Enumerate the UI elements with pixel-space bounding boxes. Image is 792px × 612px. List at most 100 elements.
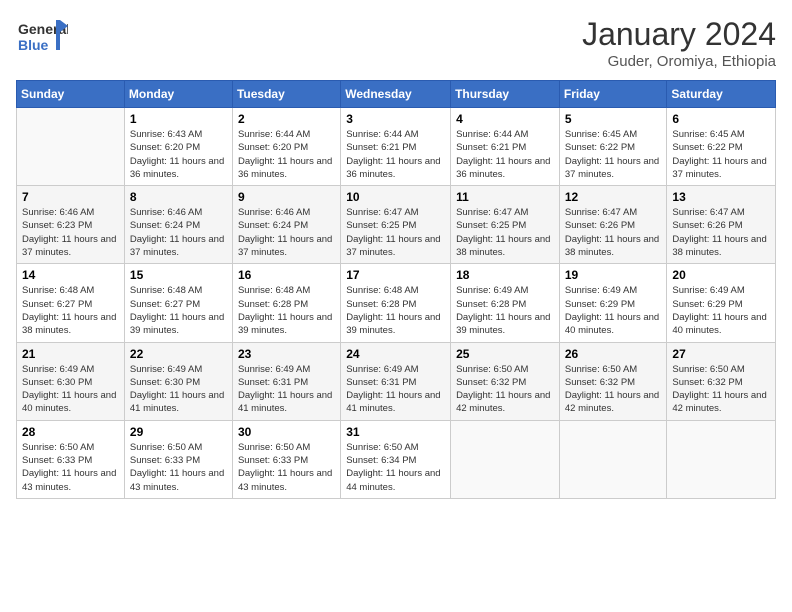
col-tuesday: Tuesday <box>232 81 340 108</box>
day-number: 25 <box>456 347 554 361</box>
day-number: 23 <box>238 347 335 361</box>
day-info: Sunrise: 6:50 AM Sunset: 6:33 PM Dayligh… <box>238 441 335 494</box>
day-info: Sunrise: 6:49 AM Sunset: 6:31 PM Dayligh… <box>346 363 445 416</box>
page-subtitle: Guder, Oromiya, Ethiopia <box>582 53 776 70</box>
day-number: 13 <box>672 190 770 204</box>
day-info: Sunrise: 6:47 AM Sunset: 6:25 PM Dayligh… <box>456 206 554 259</box>
day-info: Sunrise: 6:47 AM Sunset: 6:25 PM Dayligh… <box>346 206 445 259</box>
day-number: 16 <box>238 268 335 282</box>
day-number: 4 <box>456 112 554 126</box>
day-number: 29 <box>130 425 227 439</box>
header: General Blue January 2024 Guder, Oromiya… <box>16 16 776 70</box>
col-monday: Monday <box>124 81 232 108</box>
col-thursday: Thursday <box>451 81 560 108</box>
day-number: 28 <box>22 425 119 439</box>
table-row <box>559 420 667 498</box>
day-number: 7 <box>22 190 119 204</box>
table-row: 16 Sunrise: 6:48 AM Sunset: 6:28 PM Dayli… <box>232 264 340 342</box>
calendar-week-row: 21 Sunrise: 6:49 AM Sunset: 6:30 PM Dayli… <box>17 342 776 420</box>
day-number: 11 <box>456 190 554 204</box>
day-number: 22 <box>130 347 227 361</box>
day-number: 1 <box>130 112 227 126</box>
table-row: 5 Sunrise: 6:45 AM Sunset: 6:22 PM Daylig… <box>559 108 667 186</box>
table-row: 27 Sunrise: 6:50 AM Sunset: 6:32 PM Dayli… <box>667 342 776 420</box>
calendar-header-row: Sunday Monday Tuesday Wednesday Thursday… <box>17 81 776 108</box>
table-row: 7Sunrise: 6:46 AM Sunset: 6:23 PM Daylig… <box>17 186 125 264</box>
day-number: 27 <box>672 347 770 361</box>
table-row: 8 Sunrise: 6:46 AM Sunset: 6:24 PM Daylig… <box>124 186 232 264</box>
day-number: 26 <box>565 347 662 361</box>
day-number: 5 <box>565 112 662 126</box>
day-number: 20 <box>672 268 770 282</box>
day-number: 24 <box>346 347 445 361</box>
day-info: Sunrise: 6:44 AM Sunset: 6:21 PM Dayligh… <box>346 128 445 181</box>
col-friday: Friday <box>559 81 667 108</box>
day-number: 15 <box>130 268 227 282</box>
table-row: 23 Sunrise: 6:49 AM Sunset: 6:31 PM Dayli… <box>232 342 340 420</box>
calendar-week-row: 7Sunrise: 6:46 AM Sunset: 6:23 PM Daylig… <box>17 186 776 264</box>
day-info: Sunrise: 6:49 AM Sunset: 6:28 PM Dayligh… <box>456 284 554 337</box>
col-wednesday: Wednesday <box>341 81 451 108</box>
day-number: 30 <box>238 425 335 439</box>
table-row: 14 Sunrise: 6:48 AM Sunset: 6:27 PM Dayli… <box>17 264 125 342</box>
day-number: 9 <box>238 190 335 204</box>
calendar-table: Sunday Monday Tuesday Wednesday Thursday… <box>16 80 776 499</box>
table-row: 10 Sunrise: 6:47 AM Sunset: 6:25 PM Dayli… <box>341 186 451 264</box>
table-row: 28 Sunrise: 6:50 AM Sunset: 6:33 PM Dayli… <box>17 420 125 498</box>
day-info: Sunrise: 6:50 AM Sunset: 6:33 PM Dayligh… <box>130 441 227 494</box>
page-title: January 2024 <box>582 16 776 53</box>
day-info: Sunrise: 6:46 AM Sunset: 6:24 PM Dayligh… <box>130 206 227 259</box>
day-info: Sunrise: 6:50 AM Sunset: 6:32 PM Dayligh… <box>456 363 554 416</box>
day-info: Sunrise: 6:45 AM Sunset: 6:22 PM Dayligh… <box>565 128 662 181</box>
day-info: Sunrise: 6:50 AM Sunset: 6:33 PM Dayligh… <box>22 441 119 494</box>
table-row: 9 Sunrise: 6:46 AM Sunset: 6:24 PM Daylig… <box>232 186 340 264</box>
day-number: 31 <box>346 425 445 439</box>
table-row: 6Sunrise: 6:45 AM Sunset: 6:22 PM Daylig… <box>667 108 776 186</box>
calendar-week-row: 14 Sunrise: 6:48 AM Sunset: 6:27 PM Dayli… <box>17 264 776 342</box>
logo-icon: General Blue <box>16 16 68 60</box>
day-number: 3 <box>346 112 445 126</box>
svg-text:Blue: Blue <box>18 37 49 53</box>
day-info: Sunrise: 6:43 AM Sunset: 6:20 PM Dayligh… <box>130 128 227 181</box>
table-row: 24 Sunrise: 6:49 AM Sunset: 6:31 PM Dayli… <box>341 342 451 420</box>
table-row: 19Sunrise: 6:49 AM Sunset: 6:29 PM Dayli… <box>559 264 667 342</box>
day-info: Sunrise: 6:44 AM Sunset: 6:21 PM Dayligh… <box>456 128 554 181</box>
day-info: Sunrise: 6:49 AM Sunset: 6:30 PM Dayligh… <box>130 363 227 416</box>
table-row: 13 Sunrise: 6:47 AM Sunset: 6:26 PM Dayli… <box>667 186 776 264</box>
table-row: 1 Sunrise: 6:43 AM Sunset: 6:20 PM Daylig… <box>124 108 232 186</box>
table-row: 22 Sunrise: 6:49 AM Sunset: 6:30 PM Dayli… <box>124 342 232 420</box>
table-row: 29 Sunrise: 6:50 AM Sunset: 6:33 PM Dayli… <box>124 420 232 498</box>
col-sunday: Sunday <box>17 81 125 108</box>
table-row <box>17 108 125 186</box>
table-row: 30 Sunrise: 6:50 AM Sunset: 6:33 PM Dayli… <box>232 420 340 498</box>
day-number: 21 <box>22 347 119 361</box>
table-row: 11 Sunrise: 6:47 AM Sunset: 6:25 PM Dayli… <box>451 186 560 264</box>
table-row: 18Sunrise: 6:49 AM Sunset: 6:28 PM Dayli… <box>451 264 560 342</box>
day-info: Sunrise: 6:49 AM Sunset: 6:29 PM Dayligh… <box>672 284 770 337</box>
day-info: Sunrise: 6:48 AM Sunset: 6:28 PM Dayligh… <box>238 284 335 337</box>
day-info: Sunrise: 6:49 AM Sunset: 6:30 PM Dayligh… <box>22 363 119 416</box>
day-info: Sunrise: 6:47 AM Sunset: 6:26 PM Dayligh… <box>565 206 662 259</box>
day-number: 8 <box>130 190 227 204</box>
day-number: 2 <box>238 112 335 126</box>
day-number: 12 <box>565 190 662 204</box>
day-info: Sunrise: 6:49 AM Sunset: 6:31 PM Dayligh… <box>238 363 335 416</box>
day-number: 19 <box>565 268 662 282</box>
day-info: Sunrise: 6:47 AM Sunset: 6:26 PM Dayligh… <box>672 206 770 259</box>
table-row: 20 Sunrise: 6:49 AM Sunset: 6:29 PM Dayli… <box>667 264 776 342</box>
table-row: 21 Sunrise: 6:49 AM Sunset: 6:30 PM Dayli… <box>17 342 125 420</box>
col-saturday: Saturday <box>667 81 776 108</box>
table-row: 15 Sunrise: 6:48 AM Sunset: 6:27 PM Dayli… <box>124 264 232 342</box>
day-number: 17 <box>346 268 445 282</box>
day-number: 14 <box>22 268 119 282</box>
day-info: Sunrise: 6:48 AM Sunset: 6:28 PM Dayligh… <box>346 284 445 337</box>
day-info: Sunrise: 6:48 AM Sunset: 6:27 PM Dayligh… <box>22 284 119 337</box>
day-info: Sunrise: 6:44 AM Sunset: 6:20 PM Dayligh… <box>238 128 335 181</box>
table-row: 17 Sunrise: 6:48 AM Sunset: 6:28 PM Dayli… <box>341 264 451 342</box>
day-info: Sunrise: 6:46 AM Sunset: 6:24 PM Dayligh… <box>238 206 335 259</box>
day-number: 10 <box>346 190 445 204</box>
day-info: Sunrise: 6:48 AM Sunset: 6:27 PM Dayligh… <box>130 284 227 337</box>
day-info: Sunrise: 6:50 AM Sunset: 6:32 PM Dayligh… <box>672 363 770 416</box>
table-row: 3 Sunrise: 6:44 AM Sunset: 6:21 PM Daylig… <box>341 108 451 186</box>
title-block: January 2024 Guder, Oromiya, Ethiopia <box>582 16 776 70</box>
